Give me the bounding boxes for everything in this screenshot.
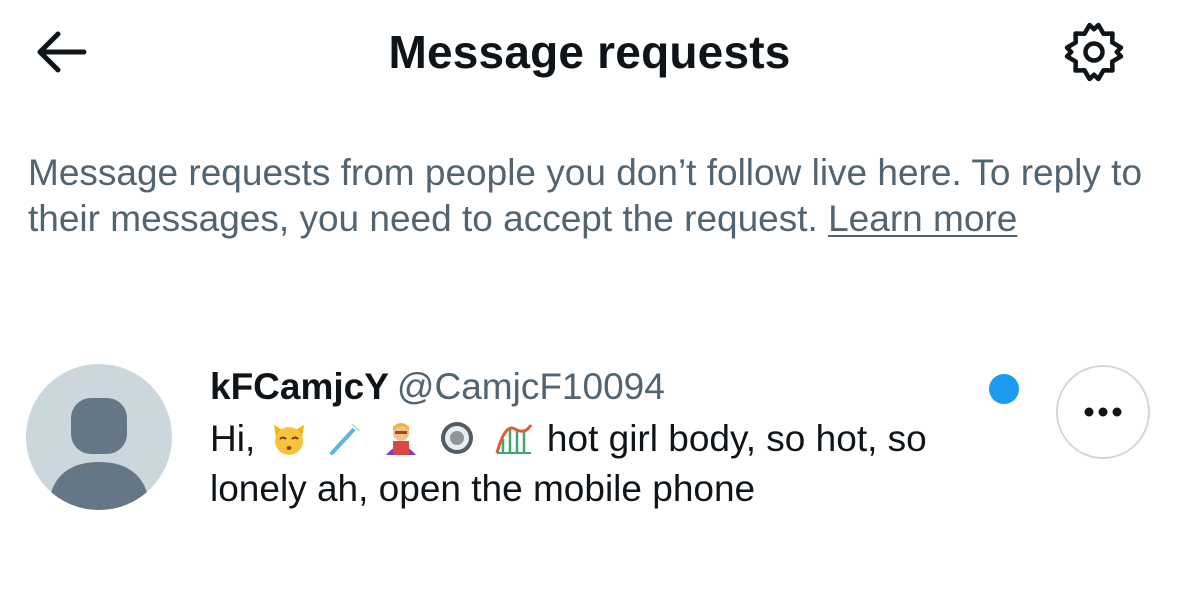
message-request-item[interactable]: kFCamjcY @CamjcF10094 Hi, hot girl body,… bbox=[0, 340, 1179, 540]
kissing-cat-icon bbox=[273, 425, 304, 455]
roller-coaster-icon bbox=[495, 424, 532, 454]
page-title: Message requests bbox=[388, 26, 791, 78]
unread-indicator bbox=[989, 374, 1019, 404]
more-horizontal-icon bbox=[1084, 407, 1122, 417]
woman-superhero-icon bbox=[386, 423, 417, 455]
top-bar: Message requests bbox=[0, 0, 1179, 110]
gear-icon bbox=[1064, 22, 1124, 82]
request-content: kFCamjcY @CamjcF10094 Hi, hot girl body,… bbox=[210, 364, 1000, 514]
message-preview: Hi, hot girl body, so hot, so lonely ah,… bbox=[210, 414, 1000, 514]
preview-text: hot girl body, so hot, so lonely ah, ope… bbox=[210, 418, 927, 509]
settings-button[interactable] bbox=[1056, 14, 1132, 90]
learn-more-link[interactable]: Learn more bbox=[828, 198, 1017, 239]
toothbrush-icon bbox=[329, 422, 362, 455]
sender-handle: @CamjcF10094 bbox=[396, 366, 665, 407]
radio-button-icon bbox=[441, 422, 474, 454]
default-avatar-icon bbox=[48, 398, 150, 510]
sender-display-name: kFCamjcY bbox=[210, 366, 389, 407]
avatar[interactable] bbox=[26, 364, 172, 510]
preview-start: Hi, bbox=[210, 418, 256, 459]
sender-line: kFCamjcY @CamjcF10094 bbox=[210, 364, 1000, 410]
message-requests-info: Message requests from people you don’t f… bbox=[28, 150, 1158, 242]
more-options-button[interactable] bbox=[1056, 365, 1150, 459]
